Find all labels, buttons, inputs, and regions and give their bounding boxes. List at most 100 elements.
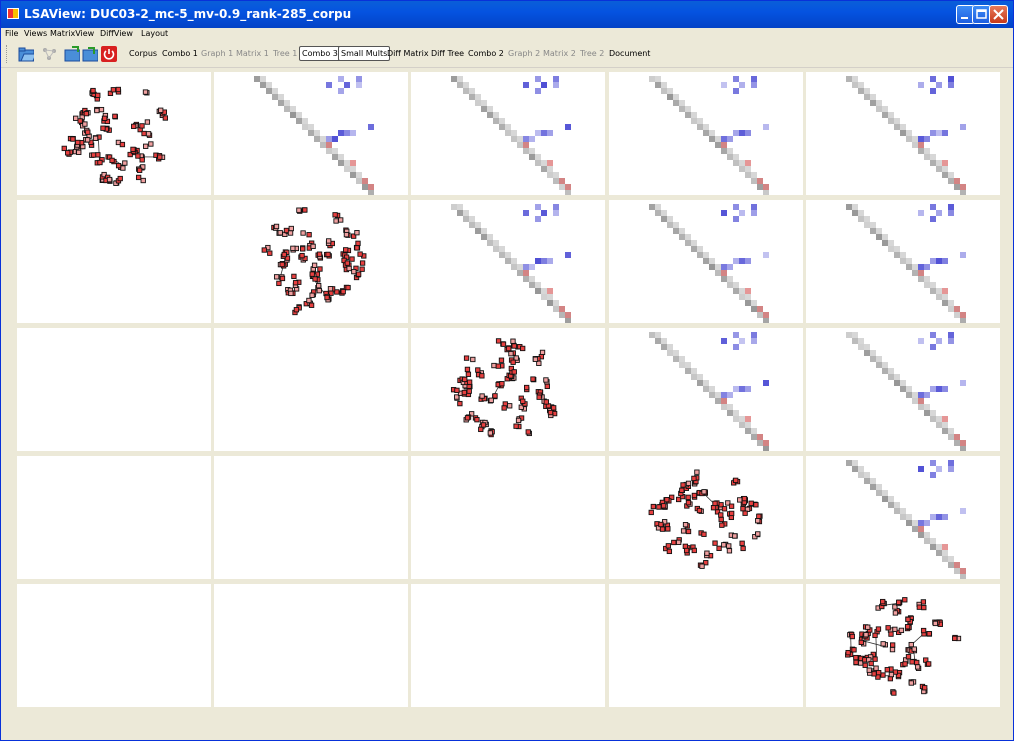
graph-node-cluster[interactable] <box>648 503 656 516</box>
small-multiple-cell-matrix[interactable] <box>608 328 803 451</box>
small-multiple-cell-graph[interactable] <box>17 72 211 195</box>
graph-node-cluster[interactable] <box>718 516 727 528</box>
graph-node-cluster[interactable] <box>878 598 886 610</box>
graph-node-cluster[interactable] <box>115 86 122 95</box>
graph-node-cluster[interactable] <box>100 125 112 133</box>
graph-node-cluster[interactable] <box>872 626 881 639</box>
graph-node-cluster[interactable] <box>533 356 542 366</box>
graph-node-cluster[interactable] <box>291 273 302 286</box>
graph-node-cluster[interactable] <box>332 212 344 224</box>
toolbar-grip[interactable] <box>6 45 10 63</box>
graph-node-cluster[interactable] <box>463 411 475 423</box>
graph-node-cluster[interactable] <box>736 495 747 505</box>
folder-export-icon[interactable] <box>64 46 80 62</box>
graph-node-cluster[interactable] <box>895 597 908 607</box>
graph-node-cluster[interactable] <box>884 666 894 673</box>
folder-import-icon[interactable] <box>82 46 98 62</box>
graph-node-cluster[interactable] <box>300 245 306 252</box>
graph-node-cluster[interactable] <box>509 365 518 375</box>
graph-node-cluster[interactable] <box>662 543 672 555</box>
graph-node-cluster[interactable] <box>919 683 928 695</box>
graph-node-cluster[interactable] <box>296 207 308 214</box>
graph-node-cluster[interactable] <box>739 505 752 516</box>
graph-node-cluster[interactable] <box>922 657 932 667</box>
graph-node-cluster[interactable] <box>300 230 312 238</box>
graph-node-cluster[interactable] <box>682 522 690 529</box>
open-folder-icon[interactable] <box>18 46 34 62</box>
graph-node-cluster[interactable] <box>261 244 273 256</box>
graph-node-cluster[interactable] <box>510 338 518 349</box>
graph-node-cluster[interactable] <box>690 469 700 482</box>
graph-node-cluster[interactable] <box>932 619 940 627</box>
graph-node-cluster[interactable] <box>951 634 961 642</box>
graph-node-cluster[interactable] <box>90 87 101 99</box>
graph-node-cluster[interactable] <box>491 362 502 369</box>
graph-node-cluster[interactable] <box>720 541 732 554</box>
graph-node-cluster[interactable] <box>290 245 300 253</box>
graph-node-cluster[interactable] <box>103 176 113 184</box>
matrix-view[interactable] <box>648 204 769 323</box>
graph-node-cluster[interactable] <box>909 659 920 666</box>
close-button[interactable] <box>989 5 1008 24</box>
graph-node-cluster[interactable] <box>102 112 109 121</box>
graph-node-cluster[interactable] <box>703 550 713 559</box>
graph-node-cluster[interactable] <box>515 344 526 352</box>
graph-node-cluster[interactable] <box>292 304 302 316</box>
graph-node-cluster[interactable] <box>875 670 886 680</box>
graph-node-cluster[interactable] <box>351 230 360 239</box>
graph-network-icon[interactable] <box>41 46 57 62</box>
power-icon[interactable] <box>101 46 117 62</box>
menu-matrixview[interactable]: MatrixView <box>50 29 94 38</box>
graph-node-cluster[interactable] <box>694 505 704 514</box>
graph-node-cluster[interactable] <box>916 599 927 611</box>
small-multiple-cell-matrix[interactable] <box>805 456 1000 579</box>
graph-node-cluster[interactable] <box>357 251 367 259</box>
graph-node-cluster[interactable] <box>324 251 333 259</box>
graph-node-cluster[interactable] <box>728 532 738 539</box>
small-multiple-cell-matrix[interactable] <box>608 200 803 323</box>
graph-node-cluster[interactable] <box>891 626 904 636</box>
graph-node-cluster[interactable] <box>524 384 530 393</box>
graph-node-cluster[interactable] <box>920 627 932 637</box>
graph-node-cluster[interactable] <box>462 388 473 398</box>
graph-node-cluster[interactable] <box>914 664 922 671</box>
graph-node-cluster[interactable] <box>113 175 123 186</box>
graph-node-cluster[interactable] <box>501 401 513 411</box>
tab-small-mults[interactable]: Small Mults <box>338 46 391 61</box>
graph-node-cluster[interactable] <box>309 289 317 298</box>
graph-node-cluster[interactable] <box>541 398 550 405</box>
graph-node-cluster[interactable] <box>271 223 280 231</box>
tab-diff-matrix[interactable]: Diff Matrix <box>387 49 429 58</box>
small-multiple-cell-graph[interactable] <box>411 328 606 451</box>
graph-node-cluster[interactable] <box>892 669 902 680</box>
graph-node-cluster[interactable] <box>754 513 763 525</box>
vertical-scrollbar[interactable] <box>1001 72 1012 712</box>
matrix-view[interactable] <box>845 332 966 451</box>
graph-node-cluster[interactable] <box>82 127 92 139</box>
graph-node-cluster[interactable] <box>315 251 324 261</box>
graph-node-cluster[interactable] <box>730 477 740 486</box>
graph-node-cluster[interactable] <box>354 240 361 251</box>
tab-combo-1[interactable]: Combo 1 <box>162 49 198 58</box>
graph-node-cluster[interactable] <box>670 537 682 546</box>
graph-node-cluster[interactable] <box>905 615 914 625</box>
graph-node-cluster[interactable] <box>340 284 351 295</box>
tab-graph-2[interactable]: Graph 2 <box>508 49 540 58</box>
tab-matrix-1[interactable]: Matrix 1 <box>236 49 269 58</box>
small-multiple-cell-graph[interactable] <box>608 456 803 579</box>
menu-diffview[interactable]: DiffView <box>100 29 133 38</box>
tab-graph-1[interactable]: Graph 1 <box>201 49 233 58</box>
graph-node-cluster[interactable] <box>889 642 896 653</box>
graph-node-cluster[interactable] <box>127 146 137 158</box>
graph-node-cluster[interactable] <box>464 355 476 363</box>
tab-document[interactable]: Document <box>609 49 650 58</box>
graph-node-cluster[interactable] <box>142 89 150 96</box>
graph-node-cluster[interactable] <box>475 367 485 379</box>
matrix-view[interactable] <box>254 76 375 195</box>
tab-combo-3[interactable]: Combo 3 <box>299 46 341 61</box>
graph-node-cluster[interactable] <box>536 389 544 400</box>
small-multiple-cell-matrix[interactable] <box>214 72 409 195</box>
small-multiple-cell-matrix[interactable] <box>411 200 606 323</box>
graph-node-cluster[interactable] <box>890 689 897 696</box>
graph-node-cluster[interactable] <box>156 107 164 115</box>
